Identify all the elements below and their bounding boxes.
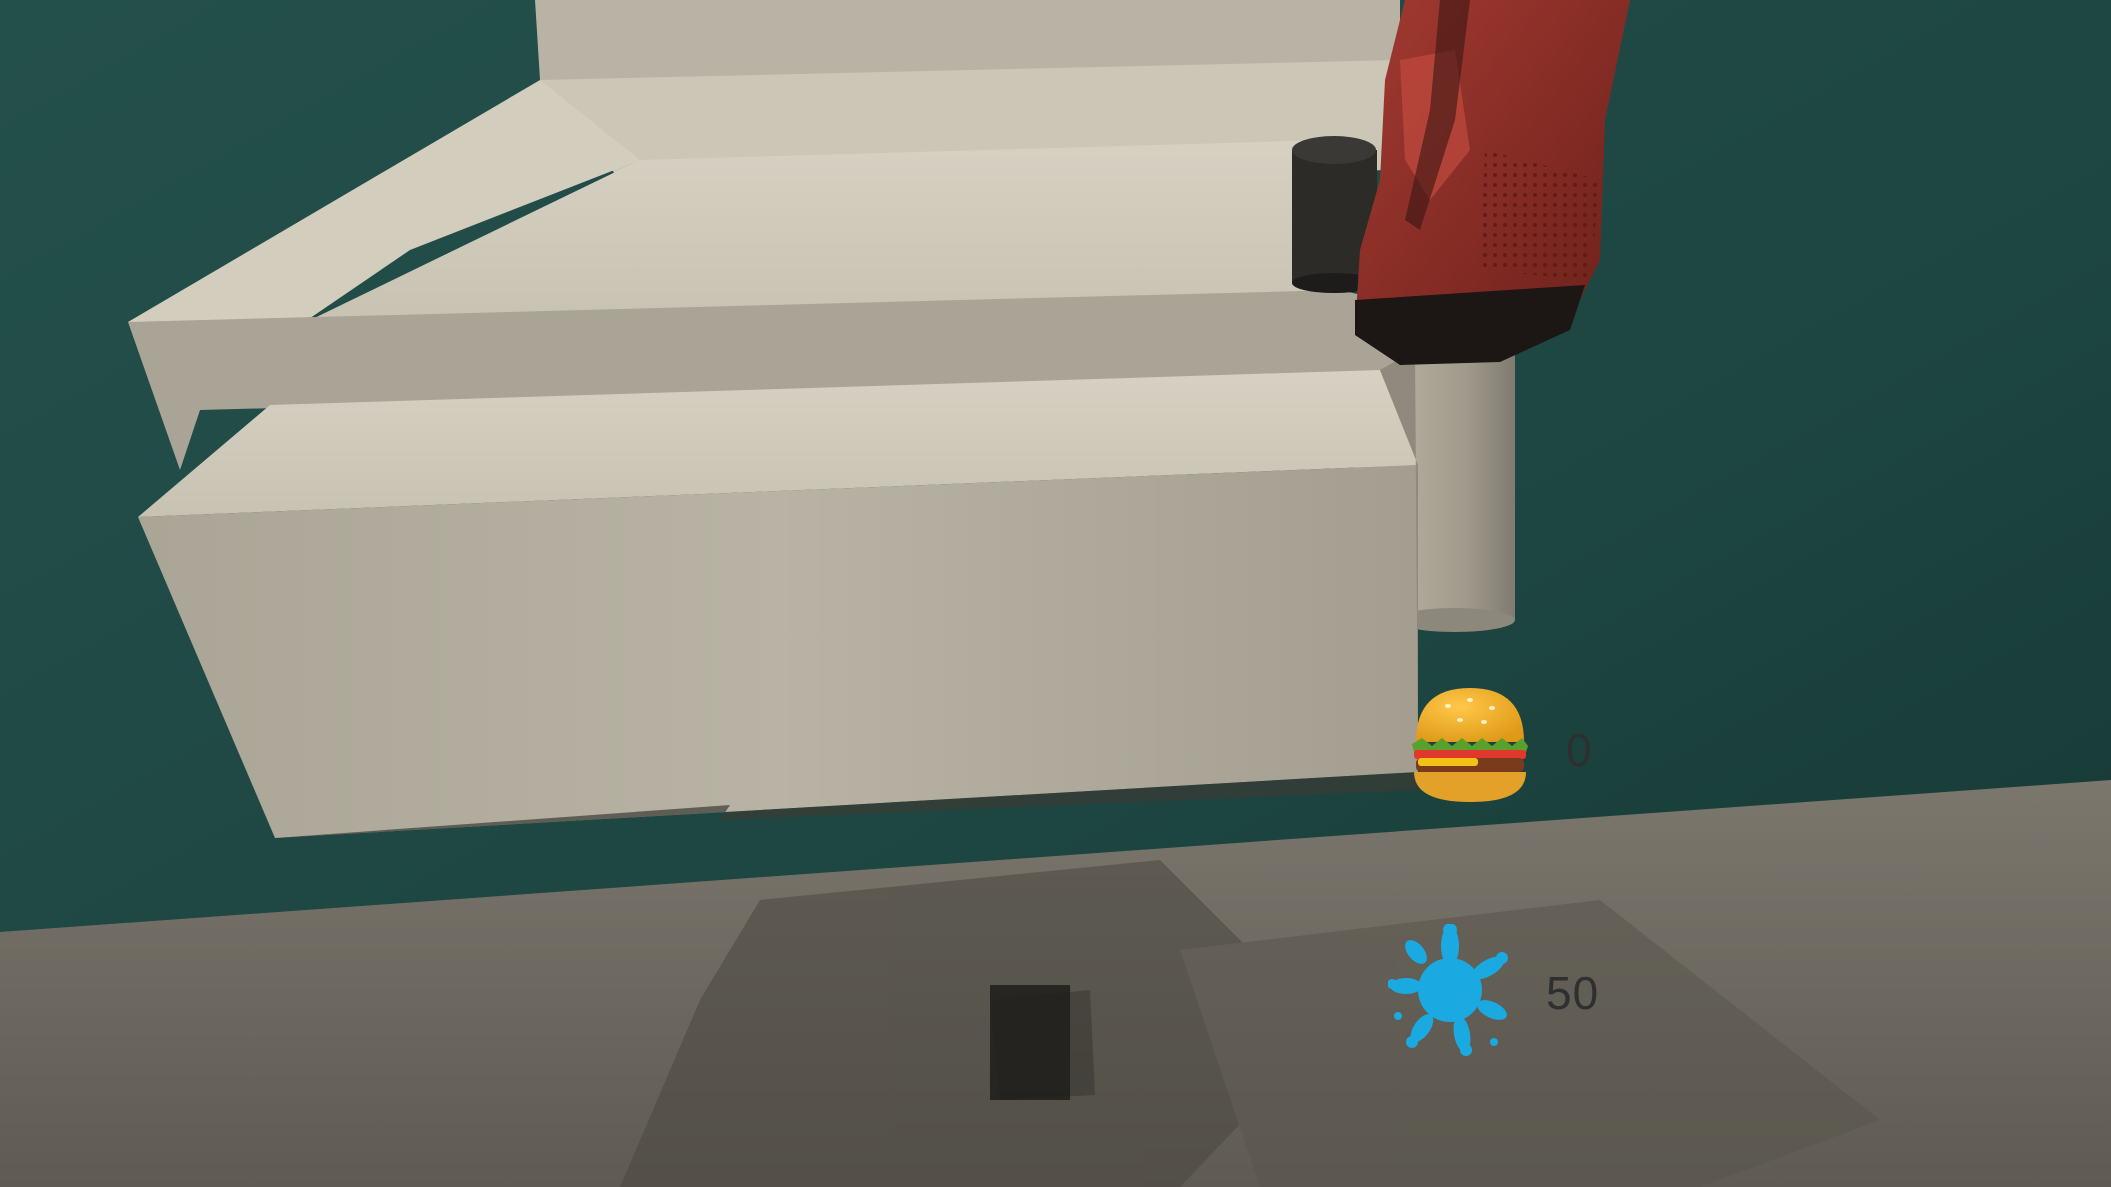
- front-counter: [138, 350, 1418, 838]
- game-viewport: 0 50: [0, 0, 2111, 1187]
- counter-front: [138, 465, 1418, 838]
- dark-pipe: [990, 985, 1070, 1100]
- food-count: 0: [1566, 724, 1593, 776]
- paint-count: 50: [1546, 967, 1600, 1019]
- game-scene: [0, 0, 2111, 1187]
- paint-counter: 50: [1388, 924, 1599, 1056]
- blue-paint-splat-icon: [1388, 924, 1508, 1056]
- burger-icon: [1412, 688, 1528, 802]
- food-counter: 0: [1408, 684, 1593, 808]
